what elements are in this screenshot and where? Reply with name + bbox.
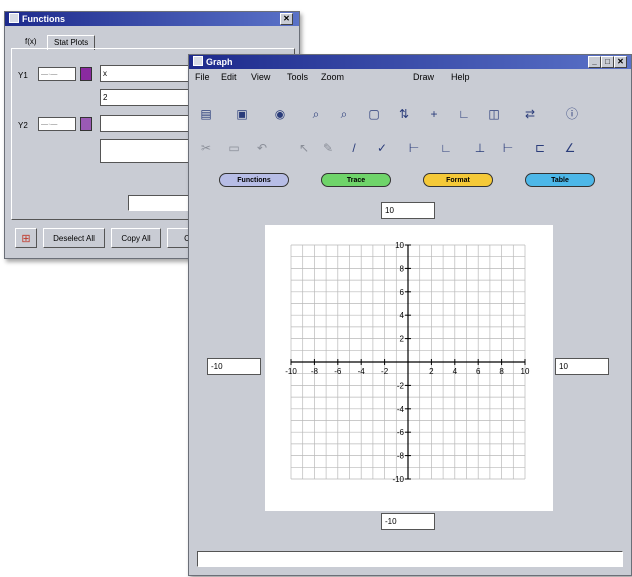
square-axes-icon[interactable]: ◫ xyxy=(485,105,503,123)
coordinate-plane: -10 -8 -6 -4 -2 2 4 6 8 10 10 8 6 4 2 -2 -4 -6 -8 -10 xyxy=(285,241,530,484)
window-icon xyxy=(9,13,19,23)
paste-icon[interactable]: ▭ xyxy=(225,139,243,157)
minimize-icon[interactable]: _ xyxy=(588,56,601,68)
tab-fx[interactable]: f(x) xyxy=(19,35,43,49)
y-tick-label: -10 xyxy=(392,475,404,484)
close-icon[interactable]: ✕ xyxy=(614,56,627,68)
axes-style-5-icon[interactable]: ⊏ xyxy=(531,139,549,157)
y-tick-label: -4 xyxy=(397,405,405,414)
cut-icon[interactable]: ✂ xyxy=(197,139,215,157)
menu-edit[interactable]: Edit xyxy=(221,70,237,84)
paint-icon[interactable]: ◉ xyxy=(271,105,289,123)
deselect-all-button[interactable]: Deselect All xyxy=(43,228,105,248)
format-mode-button[interactable]: Format xyxy=(423,173,493,187)
axes-style-4-icon[interactable]: ⊢ xyxy=(499,139,517,157)
zoom-in-icon[interactable]: ⌕ xyxy=(307,105,325,123)
x-tick-label: -2 xyxy=(381,367,389,376)
y1-style-select[interactable]: —·— xyxy=(38,67,76,81)
menu-zoom[interactable]: Zoom xyxy=(321,70,344,84)
y-tick-label: 8 xyxy=(400,264,405,273)
copy-icon[interactable]: ▣ xyxy=(233,105,251,123)
axes-style-1-icon[interactable]: ⊢ xyxy=(405,139,423,157)
y-tick-label: -6 xyxy=(397,428,405,437)
graph-canvas[interactable]: -10 -8 -6 -4 -2 2 4 6 8 10 10 8 6 4 2 -2 -4 -6 -8 -10 xyxy=(265,225,553,511)
pencil-icon[interactable]: ✎ xyxy=(319,139,337,157)
y2-label: Y2 xyxy=(18,121,28,130)
check-icon[interactable]: ✓ xyxy=(373,139,391,157)
menu-bar: File Edit View Tools Zoom Draw Help xyxy=(189,70,631,84)
info-icon[interactable]: ⓘ xyxy=(563,105,581,123)
ymin-input[interactable]: -10 xyxy=(381,513,435,530)
save-icon[interactable]: ▤ xyxy=(197,105,215,123)
window-icon xyxy=(193,56,203,66)
table-mode-button[interactable]: Table xyxy=(525,173,595,187)
trace-mode-button[interactable]: Trace xyxy=(321,173,391,187)
maximize-icon[interactable]: □ xyxy=(601,56,614,68)
functions-mode-button[interactable]: Functions xyxy=(219,173,289,187)
y-tick-label: 10 xyxy=(395,241,404,250)
graph-window: Graph _ □ ✕ File Edit View Tools Zoom Dr… xyxy=(188,54,632,576)
arrow-icon[interactable]: ↖ xyxy=(295,139,313,157)
pen-icon[interactable]: / xyxy=(345,139,363,157)
function-icon: ⊞ xyxy=(21,233,31,245)
copy-all-button[interactable]: Copy All xyxy=(111,228,161,248)
trace-icon[interactable]: ⇄ xyxy=(521,105,539,123)
menu-help[interactable]: Help xyxy=(451,70,470,84)
zoom-fit-icon[interactable]: ⇅ xyxy=(395,105,413,123)
x-tick-label: 4 xyxy=(453,367,458,376)
y-tick-label: 2 xyxy=(400,335,405,344)
y-tick-label: -2 xyxy=(397,381,405,390)
add-function-button[interactable]: ⊞ xyxy=(15,228,37,248)
x-tick-label: 6 xyxy=(476,367,481,376)
y1-label: Y1 xyxy=(18,71,28,80)
zoom-box-icon[interactable]: ▢ xyxy=(365,105,383,123)
menu-file[interactable]: File xyxy=(195,70,210,84)
menu-view[interactable]: View xyxy=(251,70,270,84)
graph-window-title: Graph xyxy=(206,57,233,67)
graph-title-bar[interactable]: Graph _ □ ✕ xyxy=(189,55,631,69)
y-tick-label: 4 xyxy=(400,311,405,320)
crosshair-icon[interactable]: + xyxy=(425,105,443,123)
x-tick-label: 10 xyxy=(521,367,530,376)
menu-tools[interactable]: Tools xyxy=(287,70,308,84)
y2-color-swatch[interactable] xyxy=(80,117,92,131)
y2-style-select[interactable]: —·— xyxy=(38,117,76,131)
x-tick-label: -10 xyxy=(285,367,297,376)
axes-style-2-icon[interactable]: ∟ xyxy=(437,139,455,157)
axes-style-6-icon[interactable]: ∠ xyxy=(561,139,579,157)
xmax-input[interactable]: 10 xyxy=(555,358,609,375)
zoom-out-icon[interactable]: ⌕ xyxy=(335,105,353,123)
menu-draw[interactable]: Draw xyxy=(413,70,434,84)
y1-color-swatch[interactable] xyxy=(80,67,92,81)
x-tick-label: -8 xyxy=(311,367,319,376)
x-tick-label: 8 xyxy=(499,367,504,376)
x-tick-label: -4 xyxy=(358,367,366,376)
functions-window-title: Functions xyxy=(22,14,65,24)
status-bar xyxy=(197,551,623,567)
x-tick-label: -6 xyxy=(334,367,342,376)
axes-style-3-icon[interactable]: ⊥ xyxy=(471,139,489,157)
x-tick-label: 2 xyxy=(429,367,434,376)
xmin-input[interactable]: -10 xyxy=(207,358,261,375)
functions-title-bar[interactable]: Functions ✕ xyxy=(5,12,299,26)
axes-icon[interactable]: ∟ xyxy=(455,105,473,123)
undo-icon[interactable]: ↶ xyxy=(253,139,271,157)
y-tick-label: -8 xyxy=(397,452,405,461)
ymax-input[interactable]: 10 xyxy=(381,202,435,219)
close-icon[interactable]: ✕ xyxy=(280,13,293,25)
y-tick-label: 6 xyxy=(400,288,405,297)
